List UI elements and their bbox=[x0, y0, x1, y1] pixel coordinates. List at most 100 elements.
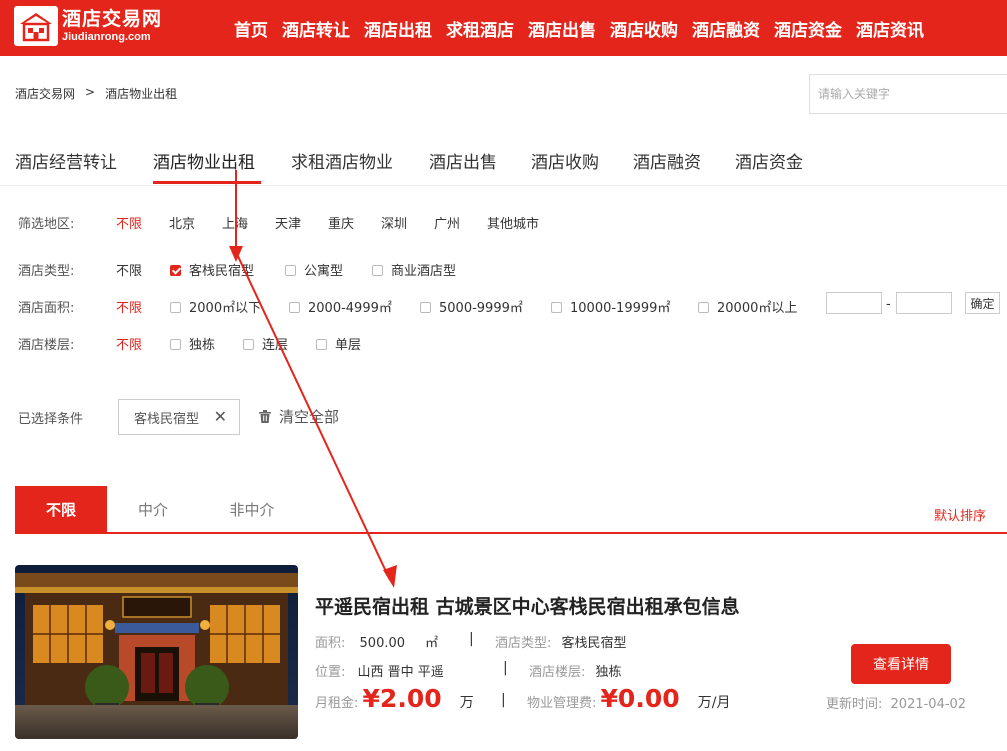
nav-hotel-funds[interactable]: 酒店资金 bbox=[767, 16, 849, 41]
nav-seek-rent[interactable]: 求租酒店 bbox=[439, 16, 521, 41]
filter-region-label: 筛选地区: bbox=[18, 217, 75, 232]
floor-single-option[interactable]: 单层 bbox=[316, 334, 361, 353]
logo-english: Jiudianrong.com bbox=[62, 31, 151, 43]
area-all[interactable]: 不限 bbox=[116, 297, 142, 316]
area-option-4-label: 10000-19999㎡ bbox=[570, 301, 671, 316]
region-guangzhou[interactable]: 广州 bbox=[434, 213, 460, 232]
nav-hotel-transfer[interactable]: 酒店转让 bbox=[275, 16, 357, 41]
region-beijing[interactable]: 北京 bbox=[169, 213, 195, 232]
nav-hotel-sale[interactable]: 酒店出售 bbox=[521, 16, 603, 41]
type-business-option[interactable]: 商业酒店型 bbox=[372, 260, 456, 279]
rent-unit: 万 bbox=[459, 695, 474, 711]
type-inn-option[interactable]: 客栈民宿型 bbox=[170, 260, 254, 279]
clear-all-label: 清空全部 bbox=[279, 408, 340, 426]
site-logo[interactable] bbox=[14, 6, 58, 46]
tab-agent[interactable]: 中介 bbox=[107, 486, 199, 532]
area-min-input[interactable] bbox=[826, 292, 882, 314]
default-sort-link[interactable]: 默认排序 bbox=[934, 505, 986, 524]
tab-hotel-property-rent[interactable]: 酒店物业出租 bbox=[153, 148, 255, 173]
floor-detached-option[interactable]: 独栋 bbox=[170, 334, 215, 353]
checkbox-icon[interactable] bbox=[698, 302, 709, 313]
tab-hotel-funds[interactable]: 酒店资金 bbox=[735, 148, 803, 173]
tab-seek-hotel-property[interactable]: 求租酒店物业 bbox=[291, 148, 393, 173]
logo-text[interactable]: 酒店交易网 Jiudianrong.com bbox=[62, 8, 162, 44]
checkbox-icon[interactable] bbox=[243, 339, 254, 350]
tab-hotel-operation-transfer[interactable]: 酒店经营转让 bbox=[15, 148, 117, 173]
info-divider: | bbox=[501, 692, 506, 708]
checkbox-icon[interactable] bbox=[289, 302, 300, 313]
area-unit: ㎡ bbox=[425, 636, 439, 651]
type-apartment-option[interactable]: 公寓型 bbox=[285, 260, 343, 279]
breadcrumb-current[interactable]: 酒店物业出租 bbox=[105, 85, 177, 102]
close-icon[interactable]: ✕ bbox=[214, 407, 227, 426]
update-time: 更新时间: 2021-04-02 bbox=[826, 693, 966, 712]
checkbox-icon[interactable] bbox=[170, 339, 181, 350]
info-divider: | bbox=[503, 660, 508, 676]
region-shenzhen[interactable]: 深圳 bbox=[381, 213, 407, 232]
area-value: 500.00 bbox=[359, 636, 406, 651]
listing-title[interactable]: 平遥民宿出租 古城景区中心客栈民宿出租承包信息 bbox=[315, 592, 740, 619]
filter-area-label: 酒店面积: bbox=[18, 301, 75, 316]
nav-home[interactable]: 首页 bbox=[227, 16, 275, 41]
area-option-4[interactable]: 10000-19999㎡ bbox=[551, 297, 670, 316]
region-other[interactable]: 其他城市 bbox=[487, 213, 539, 232]
tab-all-sources[interactable]: 不限 bbox=[15, 486, 107, 532]
logo-chinese: 酒店交易网 bbox=[62, 8, 163, 30]
area-max-input[interactable] bbox=[896, 292, 952, 314]
location-label: 位置: bbox=[315, 665, 346, 680]
tab-hotel-acquire[interactable]: 酒店收购 bbox=[531, 148, 599, 173]
category-tabs: 酒店经营转让 酒店物业出租 求租酒店物业 酒店出售 酒店收购 酒店融资 酒店资金 bbox=[0, 140, 1007, 186]
region-chongqing[interactable]: 重庆 bbox=[328, 213, 354, 232]
nav-hotel-finance[interactable]: 酒店融资 bbox=[685, 16, 767, 41]
area-option-3-label: 5000-9999㎡ bbox=[439, 301, 523, 316]
nav-hotel-acquire[interactable]: 酒店收购 bbox=[603, 16, 685, 41]
selected-tag: 客栈民宿型 ✕ bbox=[118, 399, 240, 435]
selected-conditions-label: 已选择条件 bbox=[18, 412, 84, 427]
floor-multi-option[interactable]: 连层 bbox=[243, 334, 288, 353]
filter-floor: 酒店楼层: 不限 独栋 连层 单层 bbox=[0, 334, 1007, 354]
rent-label: 月租金: bbox=[315, 696, 359, 711]
checkbox-icon[interactable] bbox=[420, 302, 431, 313]
area-option-5[interactable]: 20000㎡以上 bbox=[698, 297, 797, 316]
listing-thumbnail[interactable] bbox=[15, 565, 298, 739]
breadcrumb-home[interactable]: 酒店交易网 bbox=[15, 85, 75, 102]
trash-icon bbox=[259, 410, 271, 423]
area-option-1-label: 2000㎡以下 bbox=[189, 301, 262, 316]
checkbox-icon[interactable] bbox=[316, 339, 327, 350]
main-nav: 首页 酒店转让 酒店出租 求租酒店 酒店出售 酒店收购 酒店融资 酒店资金 酒店… bbox=[227, 0, 931, 56]
area-option-3[interactable]: 5000-9999㎡ bbox=[420, 297, 523, 316]
search-input[interactable] bbox=[809, 74, 1007, 114]
area-option-1[interactable]: 2000㎡以下 bbox=[170, 297, 261, 316]
nav-hotel-news[interactable]: 酒店资讯 bbox=[849, 16, 931, 41]
region-shanghai[interactable]: 上海 bbox=[222, 213, 248, 232]
checkbox-icon[interactable] bbox=[170, 302, 181, 313]
view-details-button[interactable]: 查看详情 bbox=[851, 644, 951, 684]
agent-filter-tabs: 不限 中介 非中介 bbox=[15, 486, 1007, 534]
type-inn-label: 客栈民宿型 bbox=[189, 264, 255, 279]
checkbox-icon[interactable] bbox=[285, 265, 296, 276]
breadcrumb: 酒店交易网 > 酒店物业出租 bbox=[15, 85, 177, 102]
tab-hotel-finance[interactable]: 酒店融资 bbox=[633, 148, 701, 173]
area-confirm-button[interactable]: 确定 bbox=[965, 292, 1000, 314]
tab-non-agent[interactable]: 非中介 bbox=[199, 486, 305, 532]
checkbox-icon[interactable] bbox=[551, 302, 562, 313]
clear-all-button[interactable]: 清空全部 bbox=[259, 406, 339, 427]
floor-all[interactable]: 不限 bbox=[116, 334, 142, 353]
floor-single-label: 单层 bbox=[335, 338, 362, 353]
type-value: 客栈民宿型 bbox=[561, 636, 627, 651]
tab-hotel-sale[interactable]: 酒店出售 bbox=[429, 148, 497, 173]
checkbox-checked-icon[interactable] bbox=[170, 265, 181, 276]
region-tianjin[interactable]: 天津 bbox=[275, 213, 301, 232]
building-logo-icon bbox=[20, 13, 52, 42]
active-tab-underline bbox=[153, 181, 261, 184]
info-divider: | bbox=[469, 631, 474, 647]
update-label: 更新时间: bbox=[826, 697, 883, 712]
region-all[interactable]: 不限 bbox=[116, 213, 142, 232]
area-option-2[interactable]: 2000-4999㎡ bbox=[289, 297, 392, 316]
inn-photo-image bbox=[15, 565, 298, 739]
site-header: 酒店交易网 Jiudianrong.com 首页 酒店转让 酒店出租 求租酒店 … bbox=[0, 0, 1007, 56]
update-value: 2021-04-02 bbox=[890, 697, 967, 712]
type-all[interactable]: 不限 bbox=[116, 260, 142, 279]
checkbox-icon[interactable] bbox=[372, 265, 383, 276]
nav-hotel-rent[interactable]: 酒店出租 bbox=[357, 16, 439, 41]
